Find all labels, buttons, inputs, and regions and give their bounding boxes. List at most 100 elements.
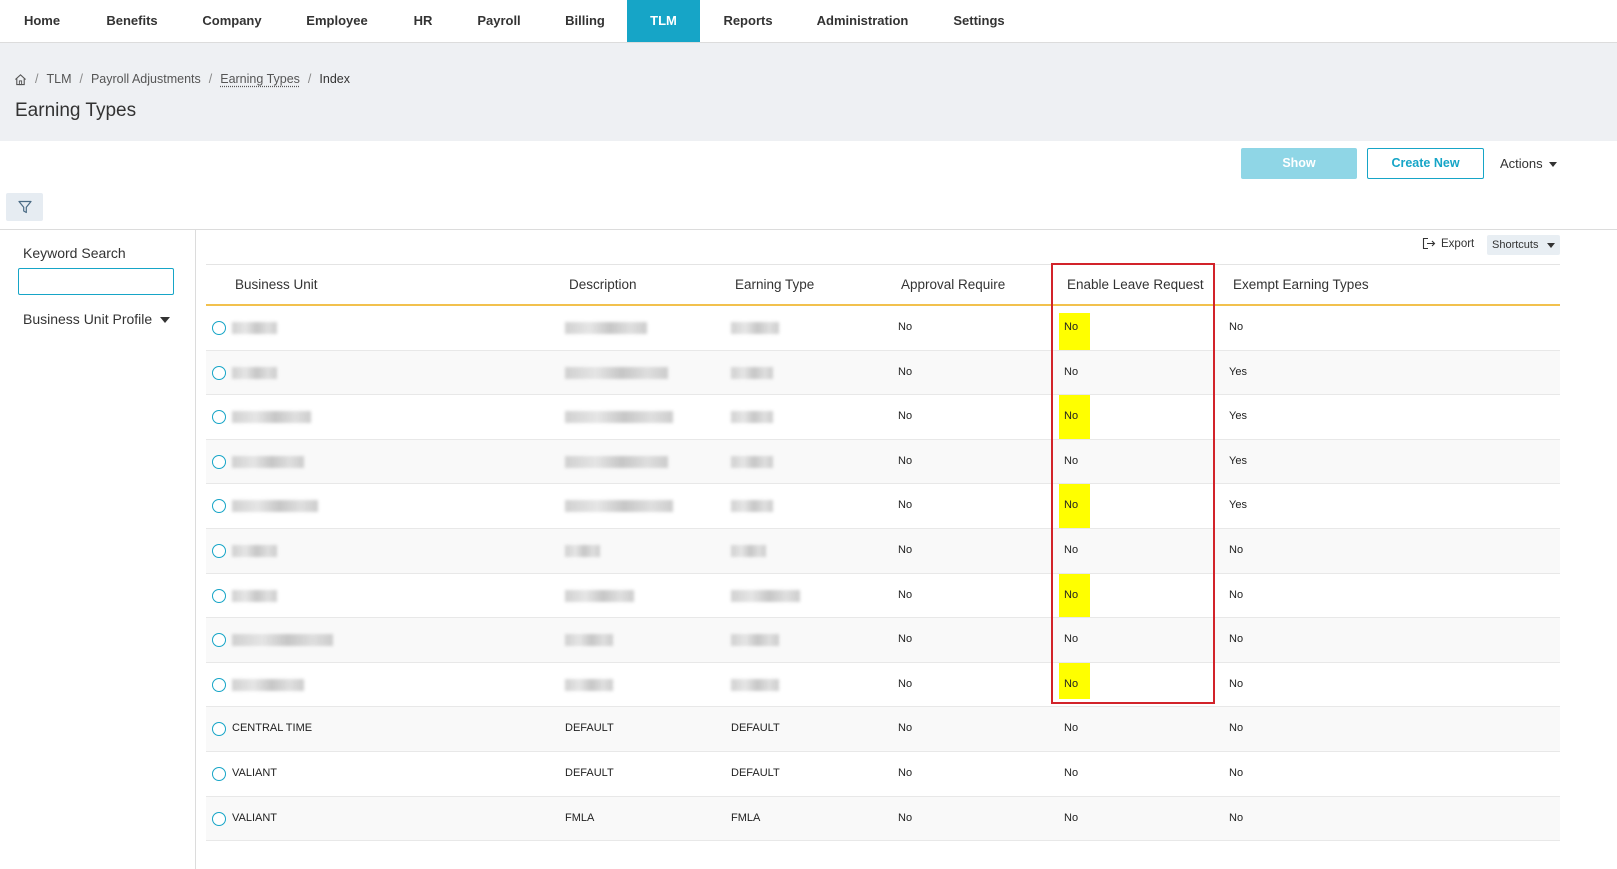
cell-business-unit-redacted [232,634,333,647]
keyword-search-input[interactable] [18,268,174,295]
row-select-radio[interactable] [212,677,226,692]
table-row[interactable]: No No Yes [206,395,1560,440]
cell-description-redacted [565,500,673,513]
column-header-exempt-earning-types[interactable]: Exempt Earning Types [1233,277,1369,292]
cell-earning-type: FMLA [731,811,761,824]
row-select-radio[interactable] [212,633,226,648]
table-row[interactable]: No No No [206,574,1560,619]
actions-label: Actions [1500,156,1543,171]
column-header-business-unit[interactable]: Business Unit [235,277,318,292]
table-row[interactable]: No No No [206,306,1560,351]
row-select-radio[interactable] [212,543,226,558]
column-header-enable-leave-request[interactable]: Enable Leave Request [1067,277,1204,292]
nav-payroll[interactable]: Payroll [467,0,531,42]
row-select-radio[interactable] [212,722,226,737]
cell-exempt-earning-types: No [1229,811,1244,824]
cell-earning-type-redacted [731,678,779,691]
breadcrumb-index: Index [319,72,350,86]
table-row[interactable]: VALIANT FMLA FMLA No No No [206,796,1560,842]
table-row[interactable]: No No No [206,528,1560,574]
nav-administration[interactable]: Administration [806,0,919,42]
cell-business-unit-redacted [232,366,277,379]
cell-approval-require: No [898,365,913,378]
column-header-earning-type[interactable]: Earning Type [735,277,814,292]
cell-enable-leave-request: No [1064,722,1079,735]
divider [195,230,196,869]
caret-down-icon [1548,162,1557,168]
table-row[interactable]: CENTRAL TIME DEFAULT DEFAULT No No No [206,707,1560,752]
create-new-button[interactable]: Create New [1367,148,1484,179]
table-row[interactable]: VALIANT DEFAULT DEFAULT No No No [206,752,1560,797]
cell-exempt-earning-types: Yes [1229,499,1247,512]
nav-reports[interactable]: Reports [712,0,784,42]
nav-settings[interactable]: Settings [942,0,1016,42]
table-header: Business Unit Description Earning Type A… [206,264,1560,306]
cell-enable-leave-request: No [1064,499,1079,512]
cell-description-redacted [565,544,600,557]
cell-business-unit: VALIANT [232,766,278,779]
actions-dropdown[interactable]: Actions [1500,156,1557,171]
cell-approval-require: No [898,588,913,601]
nav-home[interactable]: Home [10,0,74,42]
cell-approval-require: No [898,321,913,333]
cell-enable-leave-request: No [1064,321,1079,333]
table-row[interactable]: No No Yes [206,439,1560,485]
cell-earning-type-redacted [731,322,779,334]
cell-enable-leave-request: No [1064,454,1079,467]
cell-earning-type-redacted [731,589,800,602]
cell-enable-leave-request: No [1064,633,1079,646]
table-row[interactable]: No No No [206,618,1560,663]
filter-icon [17,200,32,214]
filter-toggle-button[interactable] [6,193,43,221]
nav-tlm[interactable]: TLM [627,0,700,42]
row-select-radio[interactable] [212,321,226,335]
cell-earning-type-redacted [731,544,766,557]
cell-enable-leave-request: No [1064,410,1079,423]
table-row[interactable]: No No Yes [206,350,1560,396]
export-button[interactable]: Export [1422,237,1474,250]
row-select-radio[interactable] [212,766,226,781]
cell-exempt-earning-types: No [1229,633,1244,646]
table-body: No No No No No Yes No No Yes No No Yes No No Yes No No No… [206,306,1560,842]
nav-billing[interactable]: Billing [555,0,615,42]
cell-exempt-earning-types: Yes [1229,365,1247,378]
cell-description-redacted [565,455,668,468]
show-button[interactable]: Show [1241,148,1357,179]
cell-exempt-earning-types: No [1229,543,1244,556]
row-select-radio[interactable] [212,410,226,425]
nav-hr[interactable]: HR [403,0,443,42]
cell-description: DEFAULT [565,722,614,735]
breadcrumb-payroll-adjustments[interactable]: Payroll Adjustments [91,72,201,86]
table-row[interactable]: No No No [206,663,1560,708]
table-row[interactable]: No No Yes [206,484,1560,529]
shortcuts-label: Shortcuts [1492,239,1539,251]
breadcrumb: / TLM / Payroll Adjustments / Earning Ty… [14,71,350,87]
row-select-radio[interactable] [212,811,226,826]
cell-approval-require: No [898,454,913,467]
row-select-radio[interactable] [212,499,226,514]
cell-exempt-earning-types: No [1229,722,1244,735]
cell-business-unit-redacted [232,455,304,468]
breadcrumb-earning-types[interactable]: Earning Types [220,72,300,86]
row-select-radio[interactable] [212,454,226,469]
nav-company[interactable]: Company [192,0,272,42]
nav-benefits[interactable]: Benefits [96,0,168,42]
nav-employee[interactable]: Employee [296,0,378,42]
row-select-radio[interactable] [212,588,226,603]
cell-description-redacted [565,589,634,602]
column-header-approval-require[interactable]: Approval Require [901,277,1005,292]
page-title: Earning Types [15,100,137,121]
breadcrumb-tlm[interactable]: TLM [46,72,71,86]
page-header [0,43,1617,141]
export-icon [1422,237,1436,250]
export-label: Export [1441,237,1475,250]
shortcuts-dropdown[interactable]: Shortcuts [1487,235,1560,255]
row-select-radio[interactable] [212,365,226,380]
column-header-description[interactable]: Description [569,277,637,292]
breadcrumb-separator: / [307,72,312,86]
home-icon[interactable] [14,73,27,86]
keyword-search-label: Keyword Search [23,245,126,261]
cell-approval-require: No [898,410,913,423]
business-unit-profile-dropdown[interactable]: Business Unit Profile [23,311,171,327]
cell-approval-require: No [898,766,913,779]
